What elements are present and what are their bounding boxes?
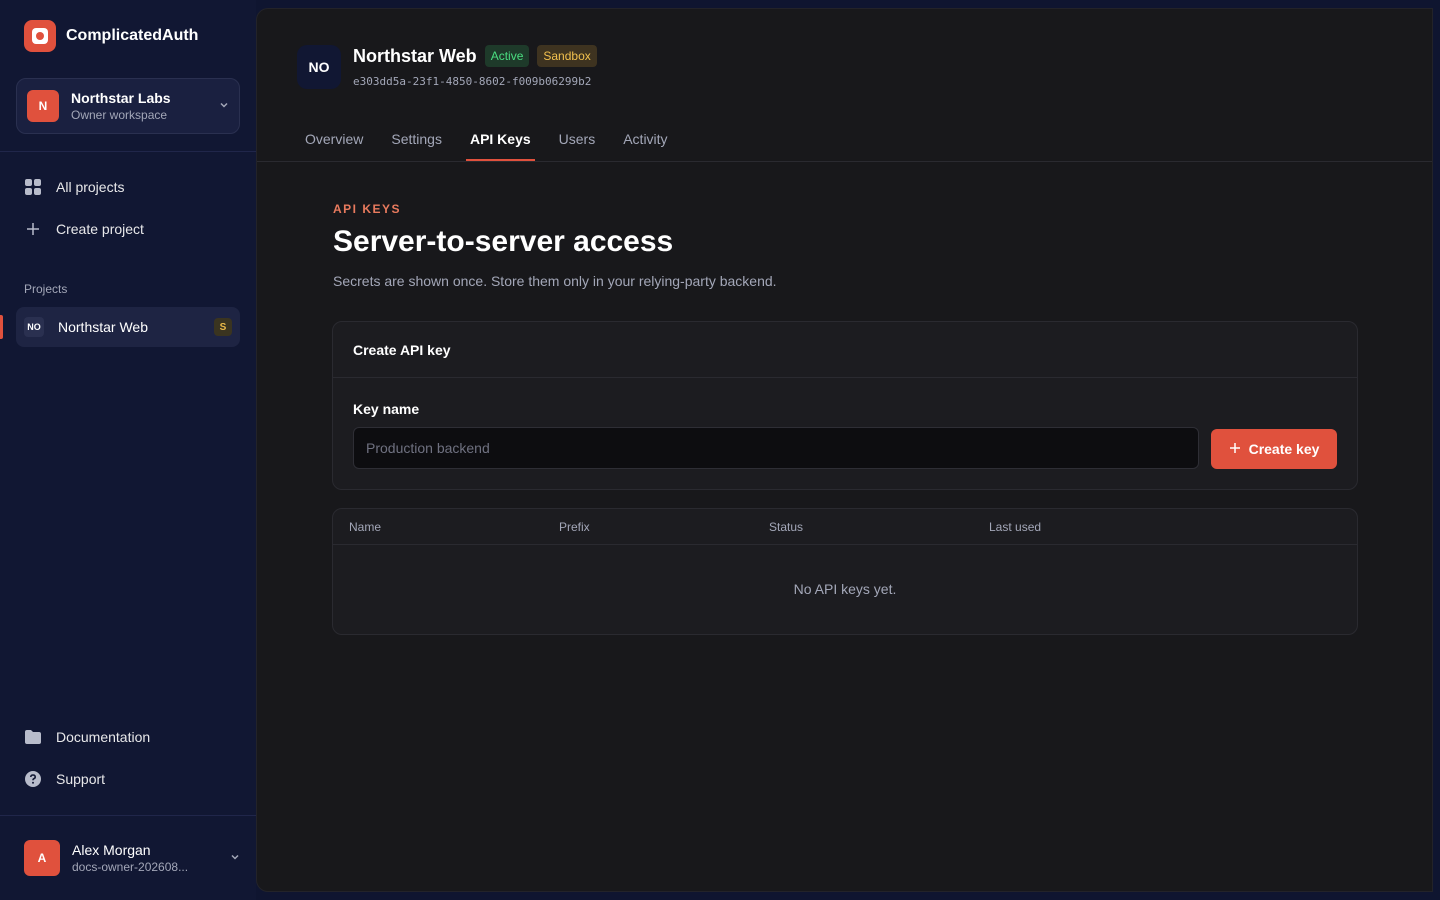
avatar: A — [24, 840, 60, 876]
column-header-last-used: Last used — [989, 520, 1042, 534]
section-eyebrow: API KEYS — [333, 202, 402, 216]
empty-state-message: No API keys yet. — [793, 581, 897, 597]
active-indicator — [0, 315, 3, 339]
section-heading: Server-to-server access — [333, 225, 674, 258]
sidebar-item-documentation[interactable]: Documentation — [16, 717, 240, 757]
tab-api-keys[interactable]: API Keys — [465, 123, 535, 161]
environment-badge: Sandbox — [537, 45, 597, 67]
sidebar-item-label: Create project — [56, 221, 144, 237]
api-keys-table: Name Prefix Status Last used No API keys… — [332, 508, 1358, 635]
brand[interactable]: ComplicatedAuth — [24, 20, 198, 52]
project-name: Northstar Web — [58, 319, 148, 335]
user-name: Alex Morgan — [72, 842, 151, 858]
brand-logo-icon — [24, 20, 56, 52]
sidebar-item-all-projects[interactable]: All projects — [16, 167, 240, 207]
user-menu[interactable]: A Alex Morgan docs-owner-202608... — [24, 838, 240, 878]
tab-users[interactable]: Users — [559, 123, 596, 161]
column-header-status: Status — [769, 520, 804, 534]
project-id: e303dd5a-23f1-4850-8602-f009b06299b2 — [353, 75, 592, 88]
create-key-button[interactable]: Create key — [1211, 429, 1337, 469]
tab-activity[interactable]: Activity — [623, 123, 667, 161]
sidebar-divider — [0, 151, 256, 152]
sidebar: ComplicatedAuth N Northstar Labs Owner w… — [0, 0, 256, 900]
projects-section-label: Projects — [24, 282, 68, 296]
sandbox-env-badge: S — [214, 318, 232, 336]
sidebar-divider — [0, 815, 256, 816]
sidebar-item-northstar-web[interactable]: NO Northstar Web S — [0, 307, 240, 347]
project-badge: NO — [24, 317, 44, 337]
folder-icon — [24, 728, 42, 746]
section-description: Secrets are shown once. Store them only … — [333, 273, 777, 289]
sidebar-item-label: Documentation — [56, 729, 151, 745]
tab-settings[interactable]: Settings — [391, 123, 442, 161]
workspace-avatar: N — [27, 90, 59, 122]
status-badge: Active — [484, 45, 530, 67]
project-header: NO Northstar Web Active Sandbox e303dd5a… — [297, 45, 597, 89]
page-title: Northstar Web — [353, 45, 477, 66]
sidebar-item-create-project[interactable]: Create project — [16, 209, 240, 249]
chevron-down-icon — [219, 100, 229, 113]
workspace-name: Northstar Labs — [71, 90, 171, 106]
column-header-prefix: Prefix — [559, 520, 590, 534]
table-header-row: Name Prefix Status Last used — [333, 509, 1357, 545]
key-name-label: Key name — [353, 401, 420, 417]
sidebar-item-label: Support — [56, 771, 106, 787]
help-circle-icon — [24, 770, 42, 788]
tab-overview[interactable]: Overview — [305, 123, 363, 161]
user-email: docs-owner-202608... — [72, 860, 189, 874]
tabs-divider — [257, 161, 1432, 162]
workspace-switcher[interactable]: N Northstar Labs Owner workspace — [16, 78, 240, 134]
grid-icon — [24, 178, 42, 196]
chevron-down-icon — [230, 852, 240, 865]
card-title: Create API key — [333, 322, 1357, 378]
project-avatar: NO — [297, 45, 341, 89]
column-header-name: Name — [349, 520, 382, 534]
create-api-key-card: Create API key Key name Create key — [332, 321, 1358, 490]
sidebar-item-support[interactable]: Support — [16, 759, 240, 799]
project-tabs: Overview Settings API Keys Users Activit… — [305, 123, 668, 161]
brand-name: ComplicatedAuth — [66, 27, 199, 44]
plus-icon — [1229, 441, 1241, 457]
key-name-input[interactable] — [353, 427, 1199, 469]
create-key-label: Create key — [1248, 441, 1320, 457]
workspace-role: Owner workspace — [71, 108, 168, 122]
plus-icon — [24, 220, 42, 238]
main-panel: NO Northstar Web Active Sandbox e303dd5a… — [256, 8, 1433, 892]
sidebar-item-label: All projects — [56, 179, 125, 195]
